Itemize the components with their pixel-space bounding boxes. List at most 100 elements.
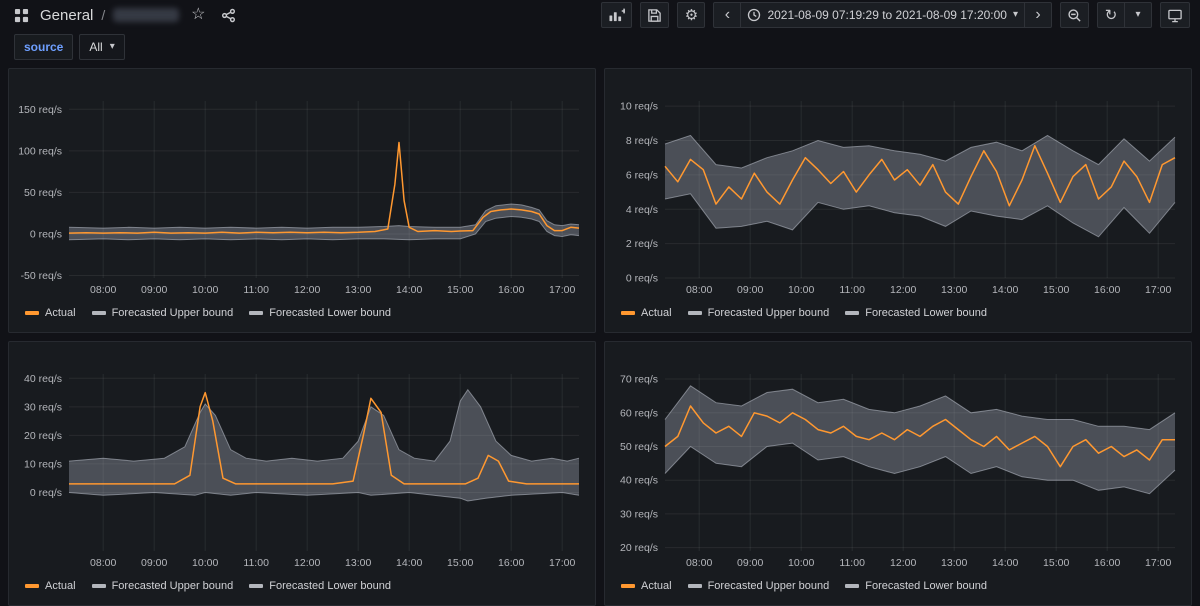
panel-header[interactable] xyxy=(605,342,1191,366)
timeseries-chart[interactable]: 08:00 09:00 10:00 11:00 12:00 13:00 14:00 15:00… xyxy=(15,366,589,573)
time-picker-group: ‹ 2021-08-09 07:19:29 to 2021-08-09 17:2… xyxy=(713,2,1052,28)
legend-label: Forecasted Upper bound xyxy=(707,580,830,592)
x-tick-label: 12:00 xyxy=(294,284,320,296)
x-tick-label: 17:00 xyxy=(1145,284,1171,296)
breadcrumb-separator: / xyxy=(101,7,106,23)
caret-down-icon: ▾ xyxy=(109,41,115,52)
y-tick-label: 20 req/s xyxy=(24,430,62,442)
x-tick-label: 16:00 xyxy=(498,557,524,569)
variable-source-label: source xyxy=(14,34,74,60)
y-tick-label: 0 req/s xyxy=(30,228,62,240)
zoom-out-time-button[interactable] xyxy=(1060,2,1089,28)
caret-down-icon: ▾ xyxy=(1012,9,1018,20)
dashboard-grid: 08:00 09:00 10:00 11:00 12:00 13:00 14:00 15:00… xyxy=(0,64,1200,606)
legend-item-lower-bound[interactable]: Forecasted Lower bound xyxy=(845,580,987,592)
chart-area: 08:00 09:00 10:00 11:00 12:00 13:00 14:00 15:00… xyxy=(9,93,595,300)
save-dashboard-button[interactable] xyxy=(640,2,670,28)
cycle-view-mode-button[interactable] xyxy=(1160,2,1190,28)
y-tick-label: 70 req/s xyxy=(620,374,658,386)
chart-legend: Actual Forecasted Upper bound Forecasted… xyxy=(605,573,1191,605)
y-tick-label: 20 req/s xyxy=(620,542,658,554)
refresh-icon: ↻ xyxy=(1104,7,1118,24)
legend-swatch-upper xyxy=(687,584,702,588)
panel-header[interactable] xyxy=(9,69,595,93)
x-tick-label: 12:00 xyxy=(890,557,916,569)
chart-legend: Actual Forecasted Upper bound Forecasted… xyxy=(605,300,1191,332)
add-panel-icon xyxy=(609,8,625,21)
legend-label: Forecasted Upper bound xyxy=(707,307,830,319)
y-tick-label: 0 req/s xyxy=(30,487,62,499)
x-tick-label: 09:00 xyxy=(737,284,763,296)
legend-item-upper-bound[interactable]: Forecasted Upper bound xyxy=(687,580,830,592)
x-tick-label: 14:00 xyxy=(396,284,422,296)
x-tick-label: 14:00 xyxy=(992,557,1018,569)
time-shift-forward-button[interactable]: › xyxy=(1024,2,1052,28)
x-tick-label: 09:00 xyxy=(141,557,167,569)
share-button[interactable] xyxy=(217,4,239,26)
breadcrumb-folder[interactable]: General xyxy=(40,7,93,24)
chart-area: 08:00 09:00 10:00 11:00 12:00 13:00 14:00 15:00… xyxy=(605,93,1191,300)
legend-item-upper-bound[interactable]: Forecasted Upper bound xyxy=(91,580,234,592)
legend-label: Actual xyxy=(641,307,672,319)
panel-forecast-4: 08:00 09:00 10:00 11:00 12:00 13:00 14:00 15:00… xyxy=(604,341,1192,606)
x-tick-label: 08:00 xyxy=(686,284,712,296)
save-icon xyxy=(647,8,662,23)
legend-label: Forecasted Lower bound xyxy=(865,580,987,592)
timeseries-chart[interactable]: 08:00 09:00 10:00 11:00 12:00 13:00 14:00 15:00… xyxy=(15,93,589,300)
refresh-interval-button[interactable]: ▾ xyxy=(1124,2,1152,28)
legend-swatch-actual xyxy=(25,584,39,588)
legend-label: Forecasted Upper bound xyxy=(111,580,234,592)
gear-icon: ⚙ xyxy=(684,7,699,24)
x-tick-label: 11:00 xyxy=(839,284,865,296)
x-tick-label: 17:00 xyxy=(1145,557,1171,569)
dashboard-title-redacted xyxy=(113,8,180,22)
legend-item-lower-bound[interactable]: Forecasted Lower bound xyxy=(249,580,391,592)
x-tick-label: 08:00 xyxy=(686,557,712,569)
timeseries-chart[interactable]: 08:00 09:00 10:00 11:00 12:00 13:00 14:00 15:00… xyxy=(611,93,1185,300)
legend-item-actual[interactable]: Actual xyxy=(25,307,76,319)
legend-item-actual[interactable]: Actual xyxy=(621,307,672,319)
refresh-group: ↻ ▾ xyxy=(1097,2,1152,28)
chart-legend: Actual Forecasted Upper bound Forecasted… xyxy=(9,573,595,605)
y-tick-label: 8 req/s xyxy=(626,135,658,147)
panel-forecast-2: 08:00 09:00 10:00 11:00 12:00 13:00 14:00 15:00… xyxy=(604,68,1192,333)
y-tick-label: 60 req/s xyxy=(620,407,658,419)
y-tick-label: 6 req/s xyxy=(626,169,658,181)
time-range-button[interactable]: 2021-08-09 07:19:29 to 2021-08-09 17:20:… xyxy=(740,2,1025,28)
add-panel-button[interactable] xyxy=(601,2,633,28)
y-tick-label: 40 req/s xyxy=(24,373,62,385)
x-tick-label: 10:00 xyxy=(788,557,814,569)
legend-item-lower-bound[interactable]: Forecasted Lower bound xyxy=(845,307,987,319)
legend-item-upper-bound[interactable]: Forecasted Upper bound xyxy=(91,307,234,319)
time-shift-back-button[interactable]: ‹ xyxy=(713,2,742,28)
monitor-icon xyxy=(1167,8,1183,23)
x-tick-label: 12:00 xyxy=(890,284,916,296)
panel-header[interactable] xyxy=(9,342,595,366)
legend-label: Forecasted Lower bound xyxy=(269,307,391,319)
star-button[interactable]: ☆ xyxy=(187,4,209,26)
y-tick-label: 100 req/s xyxy=(18,145,62,157)
legend-item-upper-bound[interactable]: Forecasted Upper bound xyxy=(687,307,830,319)
legend-label: Actual xyxy=(45,307,76,319)
timeseries-chart[interactable]: 08:00 09:00 10:00 11:00 12:00 13:00 14:00 15:00… xyxy=(611,366,1185,573)
legend-label: Forecasted Upper bound xyxy=(111,307,234,319)
forecast-band xyxy=(665,135,1175,237)
dashboard-variables-bar: source All ▾ xyxy=(0,30,1200,64)
y-tick-label: 40 req/s xyxy=(620,475,658,487)
legend-item-actual[interactable]: Actual xyxy=(621,580,672,592)
apps-grid-icon[interactable] xyxy=(10,4,32,26)
legend-swatch-lower xyxy=(845,311,860,315)
dashboard-settings-button[interactable]: ⚙ xyxy=(677,2,706,28)
panel-forecast-1: 08:00 09:00 10:00 11:00 12:00 13:00 14:00 15:00… xyxy=(8,68,596,333)
legend-swatch-actual xyxy=(621,311,635,315)
panel-header[interactable] xyxy=(605,69,1191,93)
y-tick-label: 50 req/s xyxy=(24,187,62,199)
variable-source-dropdown[interactable]: All ▾ xyxy=(79,34,125,60)
legend-item-actual[interactable]: Actual xyxy=(25,580,76,592)
toolbar: ⚙ ‹ 2021-08-09 07:19:29 to 2021-08-09 17… xyxy=(601,2,1190,28)
x-tick-label: 11:00 xyxy=(243,557,269,569)
refresh-button[interactable]: ↻ xyxy=(1097,2,1125,28)
y-tick-label: 0 req/s xyxy=(626,273,658,285)
legend-item-lower-bound[interactable]: Forecasted Lower bound xyxy=(249,307,391,319)
legend-label: Forecasted Lower bound xyxy=(269,580,391,592)
